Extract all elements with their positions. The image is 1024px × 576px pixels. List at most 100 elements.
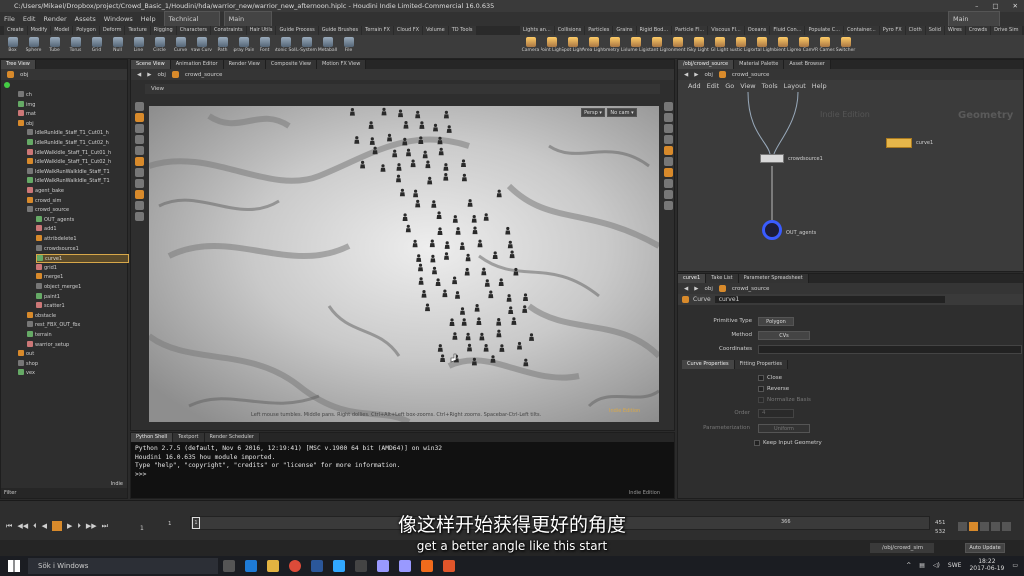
shelf-tool-point-light[interactable]: Point Light (541, 37, 562, 53)
magnet-icon[interactable] (134, 190, 144, 199)
method-menu[interactable]: CVs (758, 331, 810, 340)
shelf-tab-rigging[interactable]: Rigging (150, 26, 176, 35)
menu-help[interactable]: Help (137, 12, 160, 26)
tab-material-palette[interactable]: Material Palette (734, 60, 785, 69)
shelf-tab-drive-sim[interactable]: Drive Sim (991, 26, 1022, 35)
tree-item[interactable]: warrior_setup (27, 340, 69, 350)
tab-network-path[interactable]: /obj/crowd_source (678, 60, 735, 69)
tree-item[interactable]: IdleWalkIdle_Staff_T1_Cut02_h (27, 158, 111, 167)
tray-arrow-icon[interactable]: ^ (906, 562, 911, 569)
tree-item[interactable]: add1 (36, 225, 57, 234)
tab-motion-fx-view[interactable]: Motion FX View (317, 60, 367, 69)
shelf-tab-rigid-bod[interactable]: Rigid Bod... (636, 26, 672, 35)
tree-item[interactable]: rest_FBX_OUT_fbx (27, 321, 80, 330)
close-icon[interactable]: ✕ (1013, 0, 1018, 12)
back-icon[interactable]: ◀ (137, 72, 141, 78)
grid-icon[interactable] (663, 157, 673, 166)
shelf-tool-volume-light[interactable]: Volume Light (625, 37, 646, 53)
checkbox-icon[interactable] (754, 440, 760, 446)
photoshop-icon[interactable] (333, 560, 345, 572)
premiere-icon[interactable] (377, 560, 389, 572)
network-menu-tools[interactable]: Tools (762, 82, 778, 90)
shelf-tab-fluid-con[interactable]: Fluid Con... (770, 26, 805, 35)
shelf-tool-gi-light[interactable]: GI Light (709, 37, 730, 53)
shelf-tool-stereo-camera[interactable]: Stereo Camera (793, 37, 814, 53)
tree-item[interactable]: IdleWalkRunWalkIdle_Staff_T1 (27, 177, 110, 186)
shelf-tab-guide-brushes[interactable]: Guide Brushes (318, 26, 362, 35)
shelf-tab-particle-fl[interactable]: Particle Fl... (672, 26, 708, 35)
checkbox-icon[interactable] (758, 386, 764, 392)
primitive-type-menu[interactable]: Polygon (758, 317, 794, 326)
shelf-tab-container[interactable]: Container... (844, 26, 879, 35)
camera-menu[interactable]: No cam ▾ (607, 108, 637, 117)
notification-icon[interactable]: ▭ (1012, 562, 1018, 569)
menu-file[interactable]: File (0, 12, 19, 26)
shaded-icon[interactable] (663, 135, 673, 144)
tree-item[interactable]: merge1 (36, 273, 63, 282)
tab-scene-view[interactable]: Scene View (131, 60, 171, 69)
shelf-tab-model[interactable]: Model (51, 26, 73, 35)
tree-path-obj[interactable]: obj (20, 72, 28, 78)
pose-tool-icon[interactable] (134, 157, 144, 166)
shelf-tool-switcher[interactable]: Switcher (835, 37, 856, 53)
tab-textport[interactable]: Textport (173, 433, 205, 442)
rotate-tool-icon[interactable] (134, 124, 144, 133)
tree-home-icon[interactable] (4, 81, 10, 88)
shelf-tool-file[interactable]: File (338, 37, 359, 53)
tree-item[interactable]: IdleRunIdle_Staff_T1_Cut02_h (27, 139, 109, 148)
shelf-tool-vr-camera[interactable]: VR Camera (814, 37, 835, 53)
visibility-icon[interactable] (663, 168, 673, 177)
network-menu-layout[interactable]: Layout (784, 82, 806, 90)
viewport-canvas[interactable]: Persp ▾ No cam ▾ Indie Edition (149, 106, 659, 422)
tab-tree-view[interactable]: Tree View (1, 60, 36, 69)
network-menu-help[interactable]: Help (812, 82, 827, 90)
tab-curve-properties[interactable]: Curve Properties (682, 360, 735, 369)
shelf-tab-viscous-fl[interactable]: Viscous Fl... (708, 26, 744, 35)
tree-item[interactable]: curve1 (36, 254, 129, 264)
cook-icon[interactable] (134, 201, 144, 210)
tree-item[interactable]: obstacle (27, 311, 56, 321)
persp-menu[interactable]: Persp ▾ (581, 108, 605, 117)
forward-icon[interactable]: ▶ (694, 72, 698, 78)
desktop-select[interactable]: Technical (163, 11, 220, 27)
tree-item[interactable]: IdleWalkIdle_Staff_T1_Cut01_h (27, 148, 111, 158)
shelf-tool-ambient-light[interactable]: Ambient Light (772, 37, 793, 53)
keep-input-geometry-toggle[interactable]: Keep Input Geometry (754, 440, 822, 446)
forward-icon[interactable]: ▶ (694, 286, 698, 292)
windows-start-icon[interactable] (8, 560, 20, 572)
forward-icon[interactable]: ▶ (147, 72, 151, 78)
shelf-tab-collisions[interactable]: Collisions (554, 26, 585, 35)
shelf-tab-modify[interactable]: Modify (27, 26, 51, 35)
file-explorer-icon[interactable] (267, 560, 279, 572)
shelf-tool-tube[interactable]: Tube (44, 37, 65, 53)
point-icon[interactable] (663, 179, 673, 188)
shelf-tool-l-system[interactable]: L-System (296, 37, 317, 53)
python-shell-output[interactable]: Python 2.7.5 (default, Nov 6 2016, 12:19… (131, 442, 674, 482)
normalize-basis-toggle[interactable]: Normalize Basis (758, 397, 811, 403)
tree-item[interactable]: ch (18, 91, 32, 100)
houdini-icon[interactable] (421, 560, 433, 572)
shelf-tool-sphere[interactable]: Sphere (23, 37, 44, 53)
wireframe-icon[interactable] (663, 124, 673, 133)
shelf-tool-curve[interactable]: Curve (170, 37, 191, 53)
tree-item[interactable]: grid1 (36, 263, 57, 273)
shelf-tab-texture[interactable]: Texture (125, 26, 150, 35)
light-icon[interactable] (663, 146, 673, 155)
snap-icon[interactable] (134, 179, 144, 188)
move-tool-icon[interactable] (134, 113, 144, 122)
normals-icon[interactable] (663, 190, 673, 199)
tree-item[interactable]: IdleRunIdle_Staff_T1_Cut01_h (27, 129, 109, 138)
shelf-tab-pyro-fx[interactable]: Pyro FX (879, 26, 905, 35)
clock[interactable]: 18:22 2017-06-19 (969, 558, 1004, 572)
shelf-tab-characters[interactable]: Characters (176, 26, 211, 35)
shelf-tool-environment-light[interactable]: Environment Light (667, 37, 688, 53)
viewport-path-net[interactable]: crowd_source (185, 72, 223, 78)
tree-item[interactable]: obj (18, 119, 34, 129)
tab-curve1[interactable]: curve1 (678, 274, 707, 283)
shelf-tool-font[interactable]: Font (254, 37, 275, 53)
checkbox-icon[interactable] (758, 375, 764, 381)
main-select-right[interactable]: Main (948, 11, 1000, 27)
uv-icon[interactable] (663, 201, 673, 210)
network-menu-add[interactable]: Add (688, 82, 701, 90)
menu-render[interactable]: Render (39, 12, 70, 26)
